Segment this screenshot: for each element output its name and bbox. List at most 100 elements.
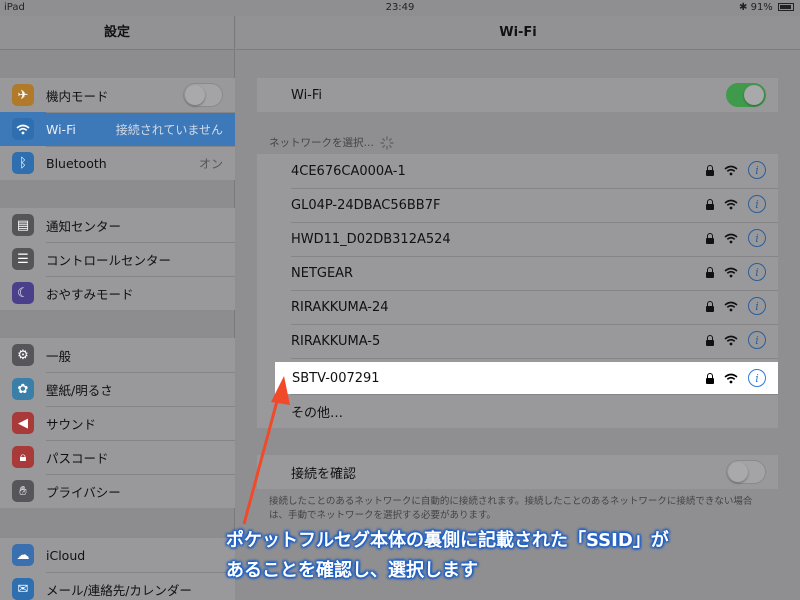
status-bar: iPad 23:49 ✱ 91% (0, 0, 800, 16)
wifi-signal-icon (724, 301, 738, 311)
sidebar-group-accounts: ☁ iCloud ✉ メール/連絡先/カレンダー (0, 538, 235, 600)
wifi-toggle-row: Wi-Fi (257, 78, 778, 112)
sidebar-item-label: パスコード (46, 450, 109, 466)
networks-header-label: ネットワークを選択… (269, 137, 374, 149)
network-row[interactable]: NETGEAR i (257, 256, 778, 290)
hand-icon: ✋︎ (12, 480, 34, 502)
wifi-label: Wi-Fi (291, 87, 323, 103)
control-center-icon: ☰ (12, 248, 34, 270)
annotation-line-2: あることを確認し、選択します (226, 560, 478, 581)
annotation-text: ポケットフルセグ本体の裏側に記載された「SSID」が あることを確認し、選択しま… (226, 526, 786, 586)
wifi-signal-icon (724, 373, 738, 383)
ask-to-join-footnote: 接続したことのあるネットワークに自動的に接続されます。接続したことのあるネットワ… (269, 496, 753, 521)
other-network-label: その他… (291, 405, 344, 421)
info-icon[interactable]: i (748, 331, 766, 349)
sidebar-item-label: コントロールセンター (46, 252, 172, 268)
wifi-signal-icon (724, 267, 738, 277)
sidebar-item-label: 通知センター (46, 218, 122, 234)
sidebar-group-notifications: ▤ 通知センター ☰ コントロールセンター ☾ おやすみモード (0, 208, 235, 310)
airplane-mode-toggle[interactable] (183, 83, 223, 107)
sidebar-item-label: Wi-Fi (46, 121, 76, 137)
wifi-toggle-card: Wi-Fi (257, 78, 778, 112)
airplane-icon: ✈ (12, 84, 34, 106)
sidebar-item-general[interactable]: ⚙ 一般 (0, 338, 235, 372)
lock-icon: 🔒︎ (12, 446, 34, 468)
lock-icon (706, 300, 714, 312)
battery-percent: 91% (750, 2, 773, 13)
sidebar-item-icloud[interactable]: ☁ iCloud (0, 538, 235, 572)
sidebar-item-passcode[interactable]: 🔒︎ パスコード (0, 440, 235, 474)
loading-spinner-icon (380, 135, 394, 150)
battery-icon (778, 3, 794, 11)
sidebar-item-label: Bluetooth (46, 155, 107, 171)
network-row-highlighted[interactable]: SBTV-007291 i (275, 362, 778, 394)
detail-title: Wi-Fi (236, 16, 800, 50)
network-name: NETGEAR (291, 265, 354, 281)
bluetooth-icon: ᛒ (12, 152, 34, 174)
lock-icon (706, 198, 714, 210)
network-row[interactable]: 4CE676CA000A-1 i (257, 154, 778, 188)
sidebar-item-sounds[interactable]: ◀ サウンド (0, 406, 235, 440)
sidebar-item-label: 一般 (46, 348, 72, 364)
sidebar-item-control-center[interactable]: ☰ コントロールセンター (0, 242, 235, 276)
networks-section-header: ネットワークを選択… (269, 135, 394, 150)
network-name: RIRAKKUMA-5 (291, 333, 381, 349)
wifi-signal-icon (724, 335, 738, 345)
cloud-icon: ☁ (12, 544, 34, 566)
wifi-detail-pane: Wi-Fi Wi-Fi ネットワークを選択… 4CE676CA000A-1 i … (236, 16, 800, 600)
sidebar-item-do-not-disturb[interactable]: ☾ おやすみモード (0, 276, 235, 310)
wifi-status-value: 接続されていません (115, 122, 223, 137)
lock-icon (706, 232, 714, 244)
network-name: SBTV-007291 (292, 370, 380, 386)
status-right: ✱ 91% (739, 2, 794, 13)
info-icon[interactable]: i (748, 229, 766, 247)
sidebar-item-airplane-mode[interactable]: ✈ 機内モード (0, 78, 235, 112)
network-name: HWD11_D02DB312A524 (291, 231, 451, 247)
sidebar-group-general: ⚙ 一般 ✿ 壁紙/明るさ ◀ サウンド 🔒︎ パスコード ✋︎ プライバシー (0, 338, 235, 508)
network-row[interactable]: GL04P-24DBAC56BB7F i (257, 188, 778, 222)
moon-icon: ☾ (12, 282, 34, 304)
wifi-icon (12, 118, 34, 140)
network-row[interactable]: RIRAKKUMA-5 i (257, 324, 778, 358)
sidebar-item-label: プライバシー (46, 484, 121, 500)
wallpaper-icon: ✿ (12, 378, 34, 400)
sidebar-item-label: メール/連絡先/カレンダー (46, 582, 192, 598)
lock-icon (706, 266, 714, 278)
info-icon[interactable]: i (748, 195, 766, 213)
network-name: GL04P-24DBAC56BB7F (291, 197, 441, 213)
network-name: RIRAKKUMA-24 (291, 299, 389, 315)
ask-to-join-toggle[interactable] (726, 460, 766, 484)
annotation-line-1: ポケットフルセグ本体の裏側に記載された「SSID」が (226, 530, 669, 551)
sidebar-item-bluetooth[interactable]: ᛒ Bluetooth オン (0, 146, 235, 180)
lock-icon (706, 334, 714, 346)
wifi-toggle[interactable] (726, 83, 766, 107)
sound-icon: ◀ (12, 412, 34, 434)
sidebar-item-label: iCloud (46, 547, 86, 563)
ask-to-join-label: 接続を確認 (291, 466, 357, 482)
info-icon[interactable]: i (748, 263, 766, 281)
wifi-signal-icon (724, 165, 738, 175)
sidebar-item-label: 壁紙/明るさ (46, 382, 113, 398)
bluetooth-status-value: オン (198, 156, 223, 171)
sidebar-item-privacy[interactable]: ✋︎ プライバシー (0, 474, 235, 508)
bluetooth-icon: ✱ (739, 2, 748, 13)
sidebar-item-notification-center[interactable]: ▤ 通知センター (0, 208, 235, 242)
sidebar-item-wallpaper[interactable]: ✿ 壁紙/明るさ (0, 372, 235, 406)
sidebar-item-wifi[interactable]: Wi-Fi 接続されていません (0, 112, 235, 146)
info-icon[interactable]: i (748, 369, 766, 387)
sidebar-item-mail[interactable]: ✉ メール/連絡先/カレンダー (0, 572, 235, 600)
sidebar-item-label: サウンド (46, 416, 97, 432)
mail-icon: ✉ (12, 578, 34, 600)
sidebar-item-label: おやすみモード (46, 286, 134, 302)
other-network-row[interactable]: その他… (257, 394, 778, 428)
wifi-signal-icon (724, 233, 738, 243)
network-row[interactable]: RIRAKKUMA-24 i (257, 290, 778, 324)
info-icon[interactable]: i (748, 297, 766, 315)
clock: 23:49 (385, 2, 415, 13)
network-row[interactable]: HWD11_D02DB312A524 i (257, 222, 778, 256)
network-name: 4CE676CA000A-1 (291, 163, 406, 179)
settings-sidebar: 設定 ✈ 機内モード Wi-Fi 接続されていません ᛒ Bluetooth オ… (0, 16, 235, 600)
info-icon[interactable]: i (748, 161, 766, 179)
notification-icon: ▤ (12, 214, 34, 236)
lock-icon (706, 372, 714, 384)
